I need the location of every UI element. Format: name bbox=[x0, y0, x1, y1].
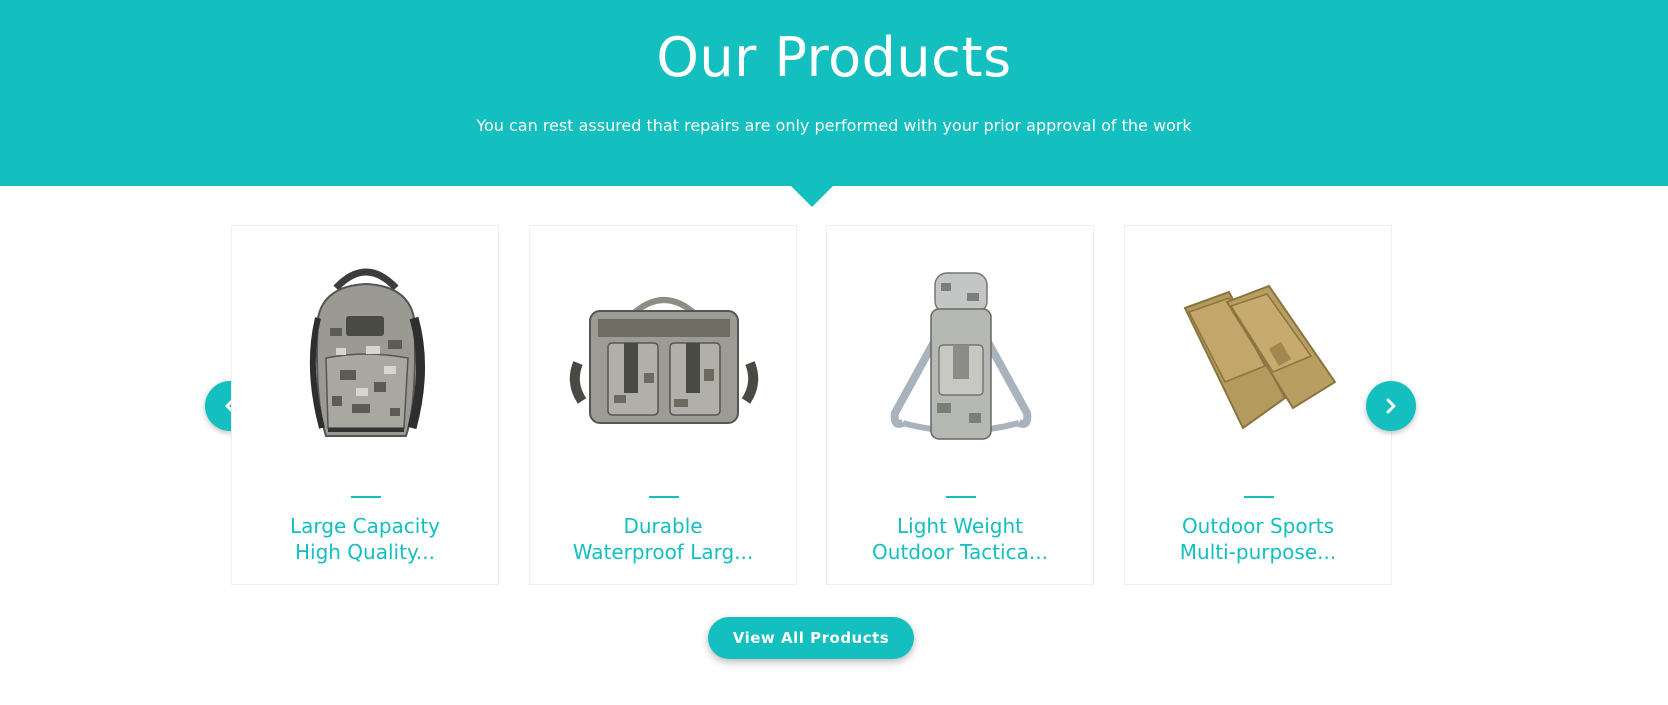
product-image-messenger-bag[interactable] bbox=[564, 250, 764, 465]
product-image-phone-pouch[interactable] bbox=[1159, 250, 1359, 465]
product-title-line1: Light Weight bbox=[897, 514, 1023, 538]
product-title[interactable]: Large Capacity High Quality... bbox=[242, 513, 488, 565]
card-divider bbox=[649, 496, 679, 498]
product-image-backpack[interactable] bbox=[266, 250, 466, 465]
product-title[interactable]: Durable Waterproof Larg... bbox=[540, 513, 786, 565]
page-subtitle: You can rest assured that repairs are on… bbox=[476, 116, 1192, 135]
product-title[interactable]: Light Weight Outdoor Tactica... bbox=[837, 513, 1083, 565]
chevron-right-icon bbox=[1386, 398, 1396, 414]
header-notch bbox=[791, 186, 833, 207]
carousel-next-button[interactable] bbox=[1366, 381, 1416, 431]
products-header: Our Products You can rest assured that r… bbox=[0, 0, 1668, 186]
product-title-line1: Outdoor Sports bbox=[1181, 514, 1335, 538]
product-card[interactable]: Large Capacity High Quality... bbox=[231, 225, 499, 585]
page-title: Our Products bbox=[656, 26, 1012, 89]
product-image-bottle-pouch[interactable] bbox=[861, 250, 1061, 465]
product-title-line1: Large Capacity bbox=[289, 514, 441, 538]
product-title-line2: Outdoor Tactica... bbox=[872, 540, 1048, 564]
product-title-line2: High Quality... bbox=[294, 540, 435, 564]
view-all-products-button[interactable]: View All Products bbox=[708, 617, 914, 659]
card-divider bbox=[351, 496, 381, 498]
card-divider bbox=[1244, 496, 1274, 498]
product-title-line2: Waterproof Larg... bbox=[572, 540, 754, 564]
product-card[interactable]: Light Weight Outdoor Tactica... bbox=[826, 225, 1094, 585]
product-title[interactable]: Outdoor Sports Multi-purpose... bbox=[1135, 513, 1381, 565]
product-title-line2: Multi-purpose... bbox=[1179, 540, 1337, 564]
product-title-line1: Durable bbox=[623, 514, 703, 538]
card-divider bbox=[946, 496, 976, 498]
product-card[interactable]: Outdoor Sports Multi-purpose... bbox=[1124, 225, 1392, 585]
product-card[interactable]: Durable Waterproof Larg... bbox=[529, 225, 797, 585]
